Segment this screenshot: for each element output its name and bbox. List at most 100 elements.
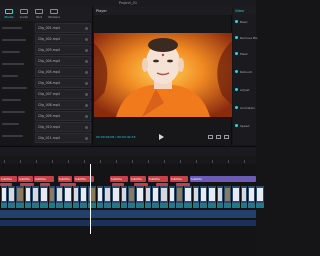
toggle-icon[interactable] bbox=[235, 20, 238, 23]
inspector-row[interactable]: Remove BG bbox=[235, 35, 257, 41]
category-item[interactable] bbox=[2, 97, 31, 102]
category-item[interactable] bbox=[2, 109, 31, 114]
tool-text[interactable]: Text bbox=[32, 9, 46, 20]
video-thumbnail[interactable] bbox=[168, 186, 175, 208]
toggle-icon[interactable] bbox=[235, 124, 238, 127]
fullscreen-icon[interactable] bbox=[224, 135, 229, 139]
video-thumbnail[interactable] bbox=[111, 186, 120, 208]
text-clip[interactable]: Subtitle bbox=[0, 176, 17, 182]
player-controls: 00:00:09:06 / 00:03:42:15 bbox=[94, 131, 232, 143]
audio-track[interactable] bbox=[0, 210, 256, 218]
video-thumbnail[interactable] bbox=[0, 186, 7, 208]
video-thumbnail[interactable] bbox=[240, 186, 247, 208]
category-item[interactable] bbox=[2, 133, 31, 138]
toggle-icon[interactable] bbox=[235, 52, 238, 55]
tool-audio[interactable]: Audio bbox=[17, 9, 31, 20]
category-item[interactable] bbox=[2, 121, 31, 126]
asset-item[interactable]: Clip_004.mp4 bbox=[35, 56, 91, 66]
video-thumbnail[interactable] bbox=[39, 186, 48, 208]
video-thumbnail[interactable] bbox=[55, 186, 63, 208]
category-item[interactable] bbox=[2, 73, 31, 78]
video-thumbnail[interactable] bbox=[255, 186, 264, 208]
asset-item[interactable]: Clip_003.mp4 bbox=[35, 45, 91, 55]
tool-media-label: Media bbox=[4, 15, 14, 19]
inspector-row[interactable]: Basic bbox=[235, 19, 255, 25]
video-thumbnail[interactable] bbox=[48, 186, 55, 208]
video-thumbnail[interactable] bbox=[103, 186, 111, 208]
video-thumbnail[interactable] bbox=[159, 186, 168, 208]
text-clip[interactable]: Subtitle bbox=[18, 176, 33, 182]
status-dot bbox=[85, 27, 88, 30]
asset-item[interactable]: Clip_008.mp4 bbox=[35, 100, 91, 110]
video-thumbnail[interactable] bbox=[24, 186, 31, 208]
video-thumbnail[interactable] bbox=[31, 186, 39, 208]
ratio-icon[interactable] bbox=[216, 135, 221, 139]
asset-item[interactable]: Clip_001.mp4 bbox=[35, 23, 91, 33]
asset-item[interactable]: Clip_006.mp4 bbox=[35, 78, 91, 88]
video-thumbnail[interactable] bbox=[87, 186, 96, 208]
video-thumbnail[interactable] bbox=[247, 186, 255, 208]
play-icon[interactable] bbox=[159, 134, 164, 140]
inspector-panel: Video Basic Remove BG Mask Retouch Adjus… bbox=[233, 7, 257, 145]
text-icon bbox=[35, 9, 43, 14]
inspector-tab[interactable]: Video bbox=[235, 9, 244, 13]
asset-item[interactable]: Clip_002.mp4 bbox=[35, 34, 91, 44]
tool-stickers-label: Stickers bbox=[48, 15, 60, 19]
crop-icon[interactable] bbox=[208, 135, 213, 139]
inspector-row[interactable]: Animation bbox=[235, 105, 255, 111]
category-item[interactable] bbox=[2, 61, 31, 66]
category-item[interactable] bbox=[2, 49, 31, 54]
video-thumbnail[interactable] bbox=[199, 186, 207, 208]
category-item[interactable] bbox=[2, 85, 31, 90]
inspector-row[interactable]: Adjust bbox=[235, 87, 255, 93]
tool-stickers[interactable]: Stickers bbox=[47, 9, 61, 20]
video-thumbnail[interactable] bbox=[192, 186, 199, 208]
toggle-icon[interactable] bbox=[235, 88, 238, 91]
video-thumbnail[interactable] bbox=[231, 186, 240, 208]
category-item[interactable] bbox=[2, 37, 31, 42]
tool-media[interactable]: Media bbox=[2, 9, 16, 20]
video-thumbnail[interactable] bbox=[63, 186, 72, 208]
toggle-icon[interactable] bbox=[235, 106, 238, 109]
inspector-row[interactable]: Speed bbox=[235, 123, 255, 129]
video-preview[interactable] bbox=[94, 33, 232, 117]
text-clip[interactable]: Subtitle bbox=[170, 176, 188, 182]
asset-item[interactable]: Clip_009.mp4 bbox=[35, 111, 91, 121]
video-thumbnail[interactable] bbox=[144, 186, 151, 208]
inspector-row[interactable]: Retouch bbox=[235, 69, 255, 75]
text-clip[interactable]: Subtitle bbox=[110, 176, 128, 182]
video-thumbnail[interactable] bbox=[207, 186, 216, 208]
audio-track[interactable] bbox=[0, 220, 256, 226]
video-thumbnail[interactable] bbox=[120, 186, 127, 208]
text-clip[interactable]: Subtitle bbox=[148, 176, 168, 182]
video-thumbnail[interactable] bbox=[175, 186, 183, 208]
video-thumbnail[interactable] bbox=[216, 186, 223, 208]
video-thumbnail[interactable] bbox=[79, 186, 87, 208]
video-thumbnail[interactable] bbox=[127, 186, 135, 208]
asset-item[interactable]: Clip_011.mp4 bbox=[35, 133, 91, 143]
ruler-tick bbox=[20, 160, 21, 163]
video-thumbnail[interactable] bbox=[15, 186, 24, 208]
text-clip[interactable]: Subtitle bbox=[58, 176, 72, 182]
video-thumbnail[interactable] bbox=[7, 186, 15, 208]
asset-item[interactable]: Clip_010.mp4 bbox=[35, 122, 91, 132]
video-thumbnail[interactable] bbox=[183, 186, 192, 208]
video-thumbnail[interactable] bbox=[223, 186, 231, 208]
text-clip[interactable]: Subtitle bbox=[34, 176, 54, 182]
toggle-icon[interactable] bbox=[235, 70, 238, 73]
video-thumbnail[interactable] bbox=[151, 186, 159, 208]
text-clip[interactable]: Subtitle bbox=[130, 176, 146, 182]
asset-item[interactable]: Clip_007.mp4 bbox=[35, 89, 91, 99]
playhead[interactable] bbox=[90, 164, 91, 234]
time-ruler[interactable] bbox=[0, 156, 256, 164]
toggle-icon[interactable] bbox=[235, 36, 238, 39]
inspector-row[interactable]: Mask bbox=[235, 51, 255, 57]
text-clip[interactable]: Subtitle bbox=[74, 176, 94, 182]
video-thumbnail[interactable] bbox=[135, 186, 144, 208]
video-thumbnail[interactable] bbox=[72, 186, 79, 208]
category-item[interactable] bbox=[2, 25, 31, 30]
asset-item[interactable]: Clip_005.mp4 bbox=[35, 67, 91, 77]
ruler-tick bbox=[84, 160, 85, 163]
text-clip[interactable]: Subtitle bbox=[190, 176, 256, 182]
video-thumbnail[interactable] bbox=[96, 186, 103, 208]
